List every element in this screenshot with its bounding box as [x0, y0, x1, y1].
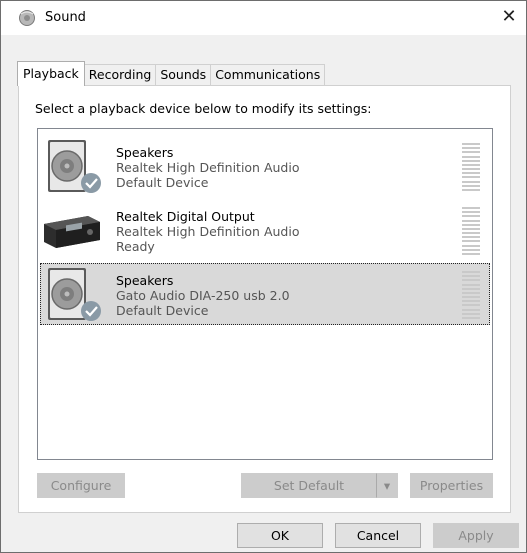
speaker-icon: [48, 268, 101, 321]
device-driver: Realtek High Definition Audio: [116, 224, 300, 239]
level-meter: [462, 207, 480, 255]
level-meter: [462, 143, 480, 191]
instruction-text: Select a playback device below to modify…: [35, 101, 372, 116]
device-name: Speakers: [116, 273, 174, 288]
default-check-icon: [81, 301, 101, 321]
configure-button[interactable]: Configure: [37, 473, 125, 498]
device-driver: Gato Audio DIA-250 usb 2.0: [116, 288, 290, 303]
sound-dialog: Sound ✕ Playback Recording Sounds Commun…: [0, 0, 527, 553]
set-default-dropdown[interactable]: ▾: [376, 473, 398, 498]
window-title: Sound: [45, 10, 86, 25]
tab-sounds[interactable]: Sounds: [155, 64, 212, 86]
title-bar: Sound ✕: [1, 1, 526, 35]
set-default-button[interactable]: Set Default: [241, 473, 377, 498]
device-driver: Realtek High Definition Audio: [116, 160, 300, 175]
list-item[interactable]: Speakers Gato Audio DIA-250 usb 2.0 Defa…: [40, 263, 490, 325]
speaker-icon: [19, 10, 35, 26]
chevron-down-icon: ▾: [383, 478, 391, 493]
apply-button[interactable]: Apply: [433, 523, 519, 548]
device-status: Default Device: [116, 303, 209, 318]
tab-communications[interactable]: Communications: [210, 64, 326, 86]
device-list[interactable]: Speakers Realtek High Definition Audio D…: [37, 128, 493, 460]
tab-recording[interactable]: Recording: [83, 64, 157, 86]
properties-button[interactable]: Properties: [410, 473, 493, 498]
list-item[interactable]: Speakers Realtek High Definition Audio D…: [40, 135, 490, 197]
receiver-icon: [44, 216, 100, 248]
close-button[interactable]: ✕: [492, 1, 526, 35]
level-meter: [462, 271, 480, 319]
device-name: Speakers: [116, 145, 174, 160]
default-check-icon: [81, 173, 101, 193]
device-name: Realtek Digital Output: [116, 209, 255, 224]
tab-strip: Playback Recording Sounds Communications: [17, 61, 326, 86]
speaker-icon: [48, 140, 101, 193]
cancel-button[interactable]: Cancel: [335, 523, 421, 548]
close-icon: ✕: [501, 6, 517, 27]
list-item[interactable]: Realtek Digital Output Realtek High Defi…: [40, 199, 490, 261]
tab-playback[interactable]: Playback: [17, 61, 85, 86]
device-status: Ready: [116, 239, 155, 254]
ok-button[interactable]: OK: [237, 523, 323, 548]
playback-panel: Select a playback device below to modify…: [18, 85, 511, 513]
device-status: Default Device: [116, 175, 209, 190]
